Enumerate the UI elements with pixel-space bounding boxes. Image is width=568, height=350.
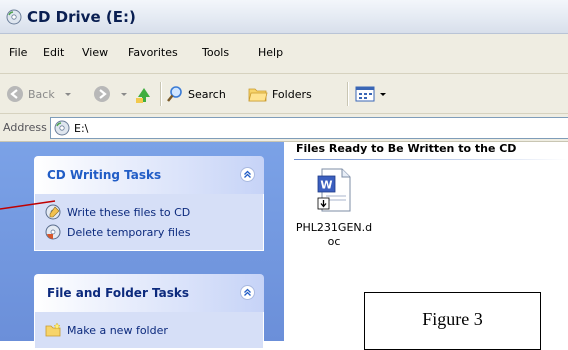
- panel-body: Make a new folder: [34, 312, 264, 349]
- toolbar-separator-2: [347, 82, 349, 106]
- toolbar-separator: [160, 82, 162, 106]
- new-folder-icon: [45, 322, 61, 337]
- make-new-folder-link[interactable]: Make a new folder: [45, 320, 253, 340]
- figure-caption: Figure 3: [422, 309, 483, 329]
- search-button[interactable]: Search: [166, 84, 226, 104]
- file-item[interactable]: W PHL231GEN.d oc: [294, 168, 374, 249]
- menu-tools[interactable]: Tools: [202, 46, 229, 59]
- forward-button[interactable]: [93, 84, 133, 104]
- write-files-to-cd-link[interactable]: Write these files to CD: [45, 202, 253, 222]
- task-pane: CD Writing Tasks Write these files to CD: [0, 142, 284, 349]
- up-folder-button[interactable]: [134, 84, 158, 104]
- forward-dropdown-icon[interactable]: [119, 89, 129, 99]
- menu-file[interactable]: File: [9, 46, 27, 59]
- delete-temp-files-icon: [45, 224, 61, 240]
- link-label: Make a new folder: [67, 323, 168, 337]
- window-title: CD Drive (E:): [27, 8, 136, 26]
- search-label: Search: [188, 87, 226, 101]
- address-label: Address: [3, 121, 47, 134]
- group-header: Files Ready to Be Written to the CD: [296, 142, 517, 155]
- word-document-icon: W: [317, 168, 351, 212]
- link-label: Write these files to CD: [67, 205, 191, 219]
- folders-icon: [248, 88, 268, 102]
- panel-title: CD Writing Tasks: [47, 168, 162, 182]
- annotation-pointer: [0, 200, 56, 210]
- collapse-chevron-icon[interactable]: [240, 285, 255, 300]
- folders-button[interactable]: Folders: [248, 84, 312, 104]
- delete-temporary-files-link[interactable]: Delete temporary files: [45, 222, 253, 242]
- file-name-line1: PHL231GEN.d: [295, 221, 373, 234]
- back-arrow-icon: [7, 86, 23, 102]
- views-icon: [355, 86, 375, 102]
- forward-arrow-icon: [94, 86, 110, 102]
- file-folder-tasks-header[interactable]: File and Folder Tasks: [34, 274, 264, 312]
- panel-body: Write these files to CD Delete temporary…: [34, 194, 264, 251]
- figure-caption-box: Figure 3: [364, 292, 541, 350]
- address-value: E:\: [74, 122, 89, 135]
- file-name: PHL231GEN.d oc: [294, 221, 374, 249]
- back-button[interactable]: Back: [6, 84, 77, 104]
- link-label: Delete temporary files: [67, 225, 191, 239]
- collapse-chevron-icon[interactable]: [240, 167, 255, 182]
- views-dropdown-icon: [380, 93, 386, 96]
- cd-writing-tasks-header[interactable]: CD Writing Tasks: [34, 156, 264, 194]
- toolbar: Back Search Folders: [0, 74, 568, 114]
- file-folder-tasks-panel: File and Folder Tasks Make a new folder: [34, 274, 264, 349]
- panel-title: File and Folder Tasks: [47, 286, 190, 300]
- menu-favorites[interactable]: Favorites: [128, 46, 178, 59]
- cd-drive-icon: [6, 9, 22, 25]
- cd-writing-tasks-panel: CD Writing Tasks Write these files to CD: [34, 156, 264, 251]
- file-name-line2: oc: [327, 235, 341, 248]
- group-divider: [294, 159, 568, 160]
- cd-drive-icon: [54, 120, 70, 136]
- title-bar: CD Drive (E:): [0, 0, 568, 34]
- search-icon: [167, 86, 182, 102]
- folders-label: Folders: [272, 87, 312, 101]
- menu-view[interactable]: View: [82, 46, 108, 59]
- menu-help[interactable]: Help: [258, 46, 283, 59]
- back-label: Back: [28, 87, 55, 101]
- views-button[interactable]: [355, 84, 391, 104]
- address-field[interactable]: E:\: [50, 117, 568, 139]
- svg-text:W: W: [320, 179, 332, 192]
- up-arrow-icon: [136, 88, 150, 103]
- menu-edit[interactable]: Edit: [43, 46, 64, 59]
- back-dropdown-icon[interactable]: [63, 89, 73, 99]
- address-bar: Address E:\: [0, 114, 568, 142]
- menu-bar: File Edit View Favorites Tools Help: [0, 34, 568, 74]
